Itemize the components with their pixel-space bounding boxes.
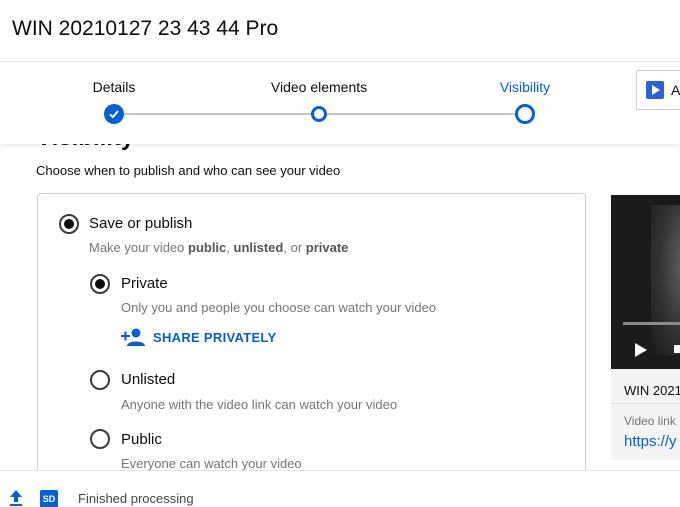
preview-title: WIN 2021 xyxy=(624,383,680,398)
private-radio[interactable] xyxy=(90,274,110,294)
divider xyxy=(611,403,680,404)
public-desc: Everyone can watch your video xyxy=(121,456,302,471)
step-video-elements-label[interactable]: Video elements xyxy=(271,79,367,95)
step-details-check[interactable] xyxy=(104,104,124,124)
save-publish-label[interactable]: Save or publish xyxy=(89,215,192,232)
processing-status: Finished processing xyxy=(78,491,194,506)
progress-bar[interactable] xyxy=(623,322,680,325)
unlisted-desc: Anyone with the video link can watch you… xyxy=(121,397,398,412)
stepper: Details Video elements Visibility A xyxy=(0,62,680,144)
sd-badge-icon: SD xyxy=(40,490,58,507)
step-visibility-dot[interactable] xyxy=(515,104,535,124)
private-label[interactable]: Private xyxy=(121,275,168,292)
public-radio[interactable] xyxy=(90,429,110,449)
header: WIN 20210127 23 43 44 Pro xyxy=(0,0,680,62)
app-logo-icon xyxy=(646,81,664,99)
private-desc: Only you and people you choose can watch… xyxy=(121,300,437,315)
person-add-icon xyxy=(121,328,145,346)
video-preview-card: WIN 2021 Video link https://y xyxy=(611,195,680,460)
step-visibility-label[interactable]: Visibility xyxy=(500,79,550,95)
video-link-label: Video link xyxy=(624,414,676,428)
upload-icon[interactable] xyxy=(8,489,24,507)
step-track xyxy=(327,113,515,115)
video-link[interactable]: https://y xyxy=(624,433,677,450)
page-title: WIN 20210127 23 43 44 Pro xyxy=(12,17,279,40)
unlisted-label[interactable]: Unlisted xyxy=(121,371,175,388)
play-icon[interactable] xyxy=(635,343,647,357)
section-subtitle: Choose when to publish and who can see y… xyxy=(36,163,341,178)
unlisted-radio[interactable] xyxy=(90,370,110,390)
public-label[interactable]: Public xyxy=(121,431,162,448)
footer-status-bar: SD Finished processing xyxy=(0,470,680,507)
side-action-button[interactable]: A xyxy=(636,70,680,110)
volume-icon[interactable] xyxy=(674,345,680,353)
step-video-elements-dot[interactable] xyxy=(311,106,327,122)
save-publish-desc: Make your video public, unlisted, or pri… xyxy=(89,240,349,255)
save-publish-radio[interactable] xyxy=(59,214,79,234)
video-player[interactable] xyxy=(611,195,680,369)
check-icon xyxy=(109,110,119,119)
step-track xyxy=(124,113,311,115)
visibility-card xyxy=(37,193,586,493)
step-details-label[interactable]: Details xyxy=(93,79,136,95)
video-frame xyxy=(651,205,680,355)
